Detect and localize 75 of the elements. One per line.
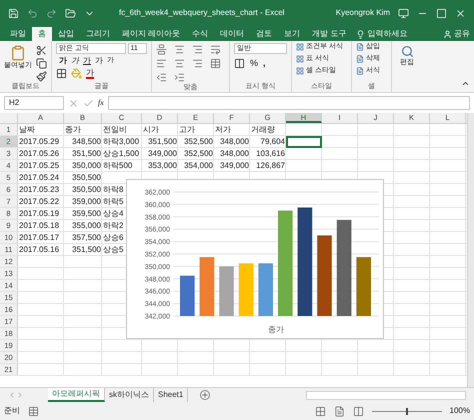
table-cell: 하락2 (103, 221, 124, 230)
table-cell: 352,500 (184, 137, 213, 146)
table-cell: 시가 (143, 125, 159, 134)
table-cell: 2017.05.22 (19, 197, 60, 206)
table-cell: 348,000 (220, 137, 249, 146)
table-cell: 하락5 (103, 197, 124, 206)
table-cell: 79,604 (260, 137, 285, 146)
table-cell: 357,500 (72, 233, 101, 242)
table-cell: 2017.05.29 (19, 137, 60, 146)
table-cell: 350,500 (72, 173, 101, 182)
table-cell: 2017.05.16 (19, 245, 60, 254)
table-cell: 2017.05.18 (19, 221, 60, 230)
tell-me-field[interactable]: 입력하세요 (356, 27, 408, 41)
ribbon-tab[interactable]: 삽입 (52, 27, 80, 41)
table-cell: 348,500 (72, 137, 101, 146)
table-cell: 상승4 (103, 209, 124, 218)
table-cell: 상승5 (103, 245, 124, 254)
axis-title: 종가 (268, 325, 284, 334)
percent-button[interactable]: % (250, 57, 258, 70)
table-cell: 351,500 (148, 137, 177, 146)
font-color-button[interactable]: 가 (86, 68, 94, 79)
table-cell: 날짜 (19, 125, 35, 134)
zoom-level: 100% (450, 405, 470, 417)
ribbon-tab[interactable]: 검토 (250, 27, 278, 41)
name-box[interactable]: H2 (4, 96, 64, 110)
table-cell: 353,000 (148, 161, 177, 170)
ribbon-tab[interactable]: 홈 (32, 27, 52, 41)
ribbon-tab[interactable]: 개발 도구 (306, 27, 352, 41)
ribbon-tab[interactable]: 그리기 (80, 27, 116, 41)
comma-button[interactable]: , (263, 57, 266, 70)
window-title: fc_6th_week4_webquery_sheets_chart - Excel (119, 7, 284, 19)
font-format-button[interactable]: 가 (71, 56, 79, 66)
table-cell: 2017.05.19 (19, 209, 60, 218)
table-cell: 355,000 (72, 221, 101, 230)
table-cell: 350,500 (72, 185, 101, 194)
table-cell: 하락8 (103, 185, 124, 194)
table-cell: 하락500 (103, 161, 132, 170)
status-text: 준비 (4, 405, 20, 417)
table-cell: 하락3,000 (103, 137, 140, 146)
table-cell: 349,000 (220, 161, 249, 170)
ribbon-tab[interactable]: 페이지 레이아웃 (116, 27, 186, 41)
function-button[interactable]: fx (98, 97, 104, 109)
table-cell: 2017.05.23 (19, 185, 60, 194)
table-cell: 종가 (65, 125, 81, 134)
table-cell: 354,000 (184, 161, 213, 170)
table-cell: 126,867 (256, 161, 285, 170)
table-cell: 350,000 (72, 161, 101, 170)
table-cell: 상승1,500 (103, 149, 140, 158)
table-cell: 전일비 (103, 125, 127, 134)
font-format-button[interactable]: 가 (59, 56, 67, 66)
table-cell: 2017.05.26 (19, 149, 60, 158)
table-cell: 359,000 (72, 197, 101, 206)
table-cell: 2017.05.24 (19, 173, 60, 182)
share-button[interactable]: 공유 (443, 27, 470, 41)
table-cell: 359,500 (72, 209, 101, 218)
table-cell: 352,500 (184, 149, 213, 158)
table-cell: 348,000 (220, 149, 249, 158)
table-cell: 2017.05.25 (19, 161, 60, 170)
table-cell: 351,500 (72, 149, 101, 158)
table-cell: 상승6 (103, 233, 124, 242)
sheet-tab[interactable]: 아모레퍼시픽 (48, 388, 105, 402)
ribbon-tab[interactable]: 보기 (278, 27, 306, 41)
table-cell: 103,616 (256, 149, 285, 158)
table-cell: 저가 (215, 125, 231, 134)
table-cell: 349,000 (148, 149, 177, 158)
ribbon-tab[interactable]: 수식 (186, 27, 214, 41)
font-format-button[interactable]: 가 (95, 56, 103, 66)
table-cell: 351,500 (72, 245, 101, 254)
table-cell: 2017.05.17 (19, 233, 60, 242)
table-cell: 거래량 (251, 125, 275, 134)
table-cell: 고가 (179, 125, 195, 134)
font-format-button[interactable]: 가 (83, 56, 91, 66)
user-name: Kyeongrok Kim (336, 7, 390, 19)
ribbon-tab[interactable]: 파일 (4, 27, 32, 41)
ribbon-tab[interactable]: 데이터 (214, 27, 250, 41)
